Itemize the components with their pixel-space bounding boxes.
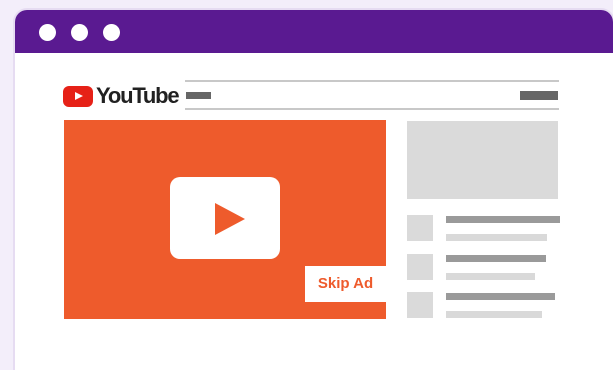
play-icon (215, 203, 245, 235)
window-dot-icon[interactable] (71, 24, 88, 41)
window-titlebar (15, 10, 613, 53)
sidebar-item-thumbnail[interactable] (407, 215, 433, 241)
header-top-line (185, 80, 559, 82)
sidebar-item-title-line[interactable] (446, 293, 555, 300)
sidebar-item-meta-line (446, 234, 547, 241)
skip-ad-button[interactable]: Skip Ad (305, 266, 386, 302)
window-dot-icon[interactable] (103, 24, 120, 41)
play-button[interactable] (170, 177, 280, 259)
sidebar-item-title-line[interactable] (446, 255, 546, 262)
browser-window: YouTube Skip Ad (15, 10, 613, 370)
sidebar-featured-thumbnail[interactable] (407, 121, 558, 199)
sidebar-item-meta-line (446, 311, 542, 318)
sidebar-item-thumbnail[interactable] (407, 292, 433, 318)
header-bottom-line (185, 108, 559, 110)
logo-text: YouTube (96, 83, 180, 108)
menu-placeholder-bar[interactable] (520, 91, 558, 100)
window-dot-icon[interactable] (39, 24, 56, 41)
video-player[interactable]: Skip Ad (64, 120, 386, 319)
sidebar-item-meta-line (446, 273, 535, 280)
sidebar-item-title-line[interactable] (446, 216, 560, 223)
youtube-logo[interactable]: YouTube (63, 83, 180, 108)
sidebar-item-thumbnail[interactable] (407, 254, 433, 280)
youtube-play-icon (63, 85, 93, 107)
nav-placeholder-bar[interactable] (186, 92, 211, 99)
